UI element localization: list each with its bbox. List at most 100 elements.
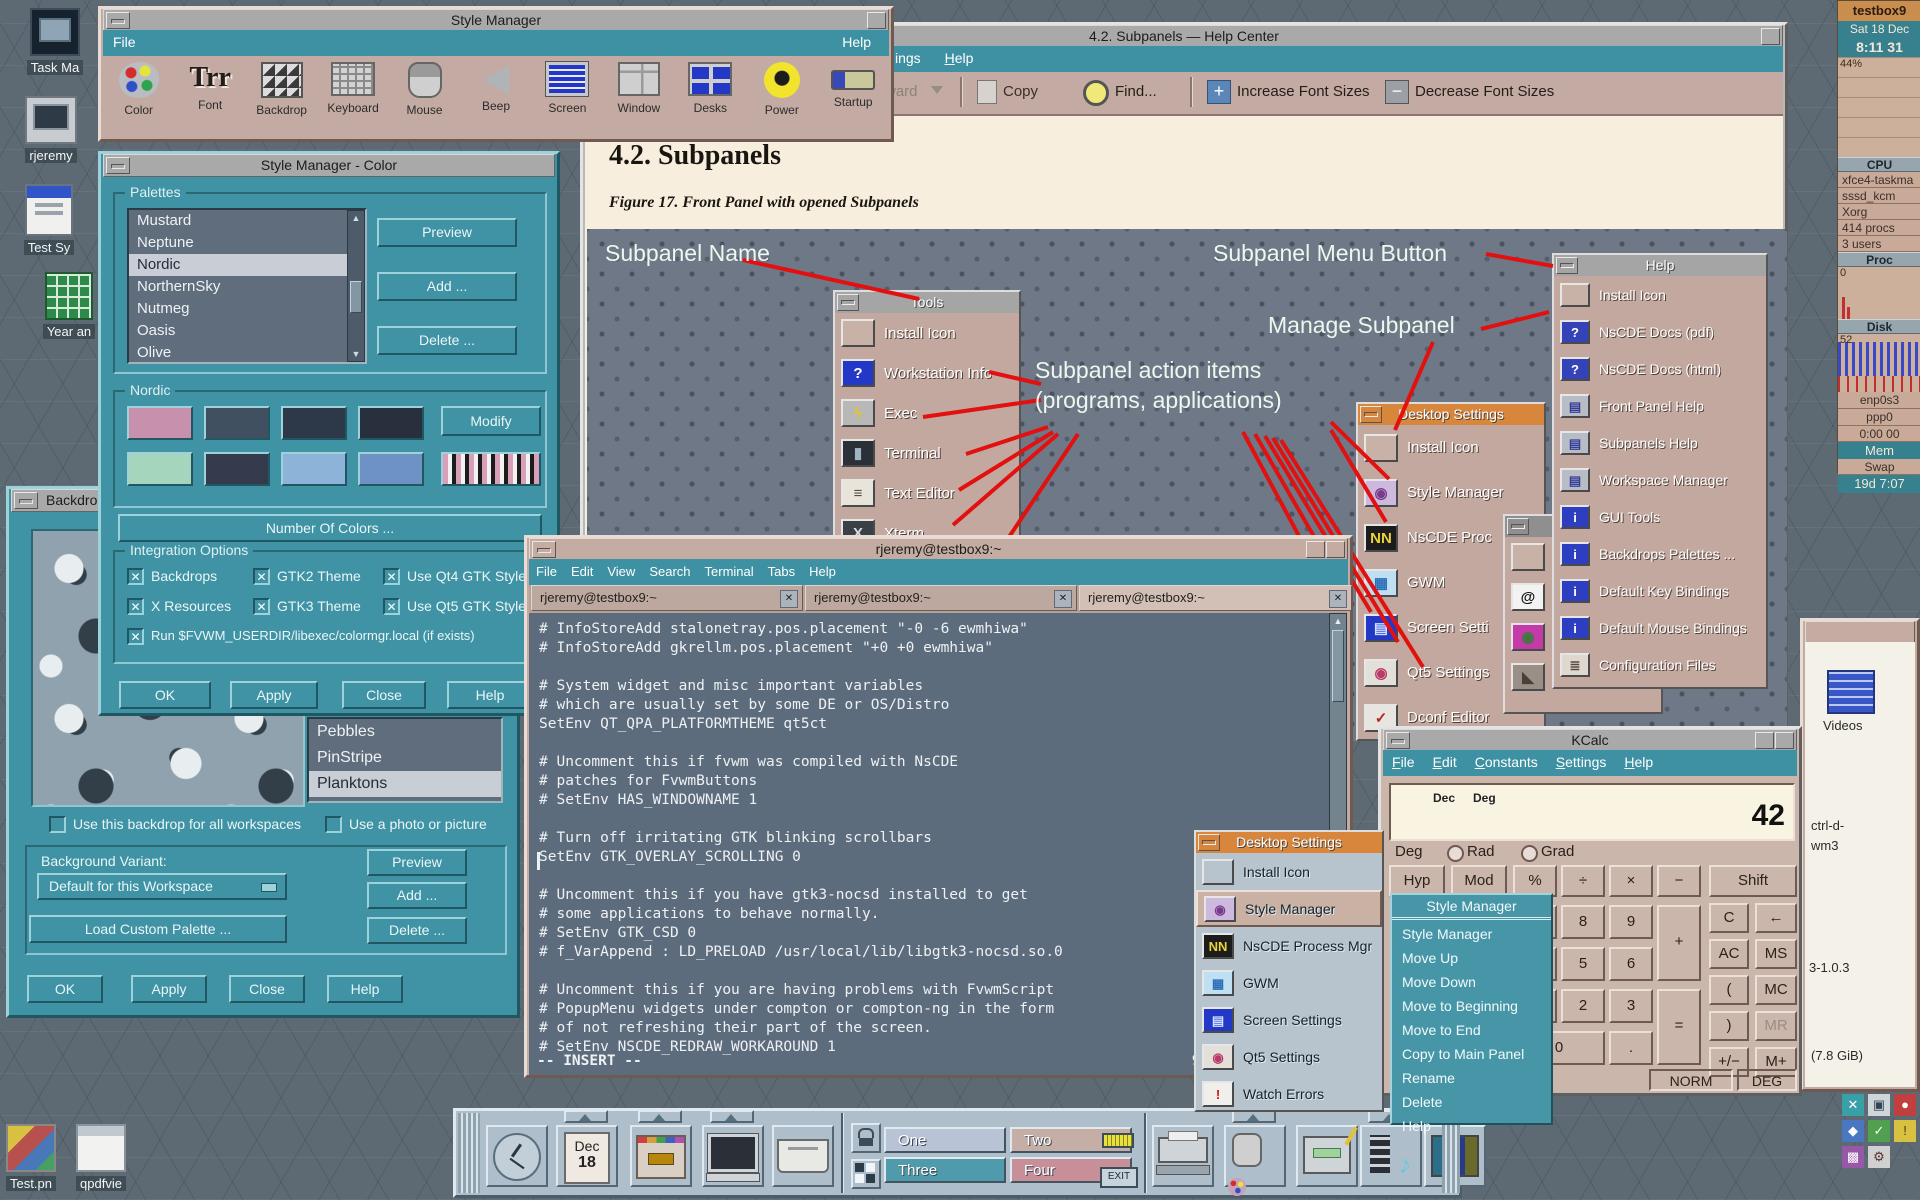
gkrellm-swap-label[interactable]: Swap	[1838, 459, 1920, 475]
style-item-backdrop[interactable]: Backdrop	[246, 56, 317, 137]
style-item-power[interactable]: Power	[746, 56, 817, 137]
window-menu-button[interactable]	[106, 157, 130, 174]
scroll-down-icon[interactable]: ▼	[350, 349, 362, 359]
videos-label[interactable]: Videos	[1823, 718, 1863, 733]
palette-list-item[interactable]: Nutmeg	[129, 298, 365, 320]
kcalc-menu-item[interactable]: Edit	[1424, 750, 1466, 770]
apply-button[interactable]: Apply	[131, 975, 207, 1003]
terminal-tab-2[interactable]: rjeremy@testbox9:~✕	[805, 585, 1077, 611]
preview-button[interactable]: Preview	[377, 218, 517, 247]
eight-button[interactable]: 8	[1561, 905, 1605, 939]
terminal-tab-1[interactable]: rjeremy@testbox9:~✕	[531, 585, 803, 611]
swatch-2[interactable]	[204, 406, 270, 440]
gkrellm-proc-chart[interactable]: 0	[1838, 267, 1920, 319]
subpanel-tab-date[interactable]	[564, 1110, 608, 1123]
subpanel-action-item[interactable]: ▤ Screen Settings	[1196, 1001, 1382, 1038]
find-button[interactable]: Find...	[1115, 83, 1157, 100]
style-item-startup[interactable]: Startup	[818, 56, 889, 137]
ms-button[interactable]: MS	[1755, 939, 1797, 969]
gkrellm-net1[interactable]: enp0s3	[1838, 392, 1920, 409]
backdrops-checkbox[interactable]	[127, 568, 144, 585]
shift-button[interactable]: Shift	[1709, 865, 1797, 897]
scroll-thumb[interactable]	[1332, 630, 1344, 702]
c-button[interactable]: C	[1709, 903, 1749, 933]
backdrop-list[interactable]: PebblesPinStripePlanktons	[307, 717, 503, 803]
context-menu-item[interactable]: Move to Beginning	[1392, 994, 1551, 1018]
subpanel-action-item[interactable]: ▦ GWM	[1196, 964, 1382, 1001]
swatch-4[interactable]	[358, 406, 424, 440]
kcalc-menu-item[interactable]: Help	[1615, 750, 1662, 770]
color-titlebar[interactable]: Style Manager - Color	[103, 154, 555, 177]
mr-button[interactable]: MR	[1755, 1011, 1797, 1041]
palette-list-item[interactable]: Nordic	[129, 254, 365, 276]
add-button[interactable]: Add ...	[377, 272, 517, 301]
gkrellm-cpu-chart[interactable]: 44%	[1838, 57, 1920, 157]
multiply-button[interactable]: ×	[1609, 865, 1653, 897]
subpanel-action-item[interactable]: NN NsCDE Process Mgr	[1196, 927, 1382, 964]
six-button[interactable]: 6	[1609, 947, 1653, 981]
backdrop-list-item[interactable]: Planktons	[309, 771, 501, 797]
desktop-icon-qpdfvie[interactable]: qpdfvie	[56, 1124, 146, 1193]
swatch-striped[interactable]	[441, 452, 541, 486]
style-item-font[interactable]: Trr Font	[174, 56, 245, 137]
menu-help[interactable]: Help	[832, 30, 881, 50]
backdrop-list-item[interactable]: PinStripe	[309, 745, 501, 771]
lparen-button[interactable]: (	[1709, 975, 1749, 1005]
palette-scrollbar[interactable]: ▲ ▼	[347, 210, 365, 362]
increase-font-button[interactable]: Increase Font Sizes	[1237, 83, 1370, 100]
forward-dropdown-icon[interactable]	[931, 86, 943, 94]
style-item-keyboard[interactable]: Keyboard	[317, 56, 388, 137]
swatch-1[interactable]	[127, 406, 193, 440]
terminal-menu-item[interactable]: Edit	[564, 559, 600, 579]
decrease-font-button[interactable]: Decrease Font Sizes	[1415, 83, 1554, 100]
rad-radio[interactable]	[1447, 845, 1464, 862]
two-button[interactable]: 2	[1561, 989, 1605, 1023]
gkrellm-mem-label[interactable]: Mem	[1838, 442, 1920, 459]
close-button[interactable]: Close	[342, 681, 426, 709]
swatch-7[interactable]	[281, 452, 347, 486]
style-item-beep[interactable]: Beep	[460, 56, 531, 137]
printer-button[interactable]	[1152, 1125, 1214, 1187]
swatch-5[interactable]	[127, 452, 193, 486]
tray-icon-8[interactable]: ⚙	[1868, 1146, 1890, 1168]
variant-dropdown[interactable]: Default for this Workspace	[37, 873, 287, 900]
angle-mode-grad[interactable]: Grad	[1541, 843, 1574, 860]
subpanel-tab-terminal[interactable]	[710, 1110, 754, 1123]
terminal-menu-item[interactable]: Terminal	[698, 559, 761, 579]
plus-button[interactable]: +	[1657, 905, 1701, 981]
tab-close-icon[interactable]: ✕	[1329, 590, 1347, 608]
palette-list-item[interactable]: Neptune	[129, 232, 365, 254]
copy-button[interactable]: Copy	[1003, 83, 1038, 100]
ok-button[interactable]: OK	[27, 975, 103, 1003]
gkrellm-time[interactable]: 8:11 31	[1838, 38, 1920, 57]
kcalc-menu-item[interactable]: Constants	[1466, 750, 1547, 770]
tray-icon-7[interactable]: ▩	[1842, 1146, 1864, 1168]
style-item-window[interactable]: Window	[603, 56, 674, 137]
preview-button[interactable]: Preview	[367, 849, 467, 876]
subpanel-action-item[interactable]: ◉ Style Manager	[1196, 890, 1382, 927]
context-menu-item[interactable]: Move to End	[1392, 1018, 1551, 1042]
kcalc-menu-item[interactable]: Settings	[1547, 750, 1616, 770]
style-item-color[interactable]: Color	[103, 56, 174, 137]
palette-list-item[interactable]: NorthernSky	[129, 276, 365, 298]
increase-font-icon[interactable]: +	[1207, 80, 1231, 104]
tray-icon-3[interactable]: ●	[1894, 1094, 1916, 1116]
tray-icon-1[interactable]: ✕	[1842, 1094, 1864, 1116]
menu-help[interactable]: Help	[935, 46, 984, 66]
decrease-font-icon[interactable]: −	[1385, 80, 1409, 104]
style-manager-panel-button[interactable]	[1224, 1125, 1286, 1187]
terminal-tab-3[interactable]: rjeremy@testbox9:~✕	[1079, 585, 1352, 611]
gkrellm-proc-label[interactable]: Proc	[1838, 252, 1920, 267]
nine-button[interactable]: 9	[1609, 905, 1653, 939]
workspace-three-button[interactable]: Three	[884, 1157, 1006, 1183]
divide-button[interactable]: ÷	[1561, 865, 1605, 897]
number-of-colors-button[interactable]: Number Of Colors ...	[118, 514, 542, 542]
file-label-1b[interactable]: wm3	[1811, 838, 1838, 853]
maximize-button[interactable]	[1775, 732, 1794, 749]
subpanel-action-item[interactable]: ◉ Qt5 Settings	[1196, 1038, 1382, 1075]
lock-button[interactable]	[851, 1123, 881, 1153]
palette-list-item[interactable]: Mustard	[129, 210, 365, 232]
window-menu-button[interactable]	[532, 541, 556, 558]
colormgr-checkbox[interactable]	[127, 628, 144, 645]
window-menu-button[interactable]	[14, 492, 38, 509]
